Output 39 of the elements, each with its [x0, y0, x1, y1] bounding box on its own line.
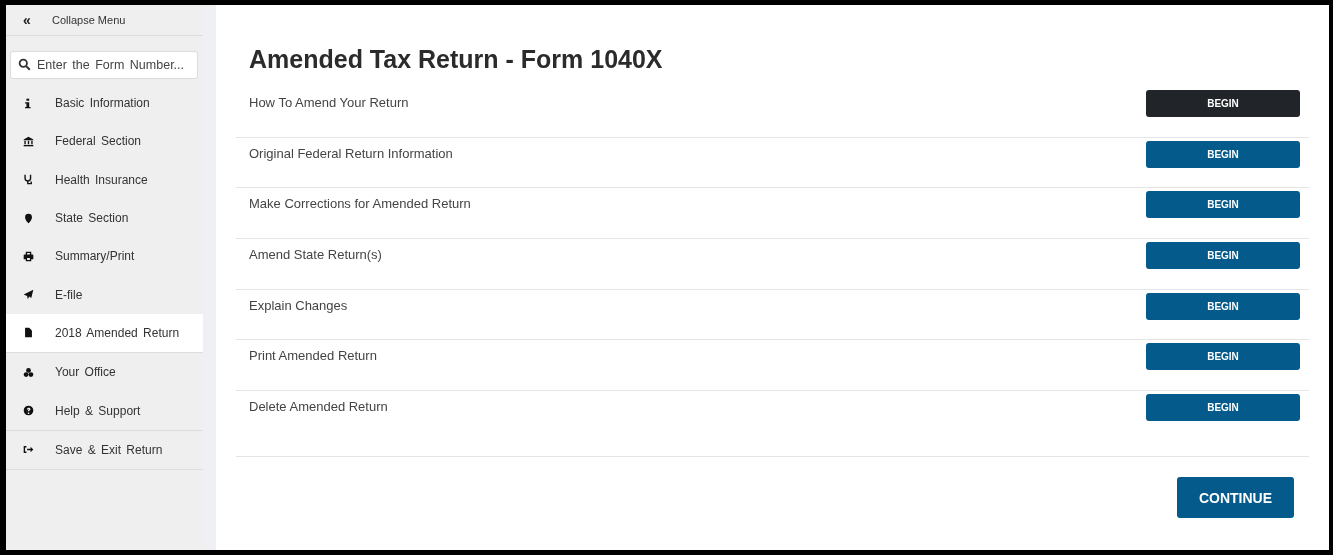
printer-icon	[23, 250, 34, 262]
section-label: Explain Changes	[249, 297, 348, 313]
sidebar-item[interactable]: E-file	[6, 275, 203, 314]
section-label: Amend State Return(s)	[249, 247, 382, 263]
collapse-menu-link[interactable]: Collapse Menu	[52, 14, 126, 26]
begin-button[interactable]: BEGIN	[1146, 292, 1300, 320]
exit-icon	[23, 444, 34, 456]
map-pin-icon	[23, 212, 34, 224]
sidebar-item[interactable]: Summary/Print	[6, 237, 203, 276]
info-icon	[23, 97, 34, 109]
section-label: How To Amend Your Return	[249, 95, 409, 110]
sidebar-item[interactable]: Help & Support	[6, 391, 203, 430]
stethoscope-icon	[23, 174, 34, 186]
page-title: Amended Tax Return - Form 1040X	[249, 45, 664, 74]
section-label: Make Corrections for Amended Return	[249, 196, 471, 212]
sidebar-item[interactable]: Basic Information	[6, 84, 203, 123]
collapse-icon[interactable]: «	[23, 13, 52, 27]
question-icon	[23, 405, 34, 416]
begin-button[interactable]: BEGIN	[1146, 242, 1300, 270]
cubes-icon	[23, 366, 34, 378]
sidebar-item[interactable]: Your Office	[6, 353, 203, 392]
begin-button[interactable]: BEGIN	[1146, 191, 1300, 219]
sidebar-item[interactable]: Save & Exit Return	[6, 430, 203, 469]
section-label: Print Amended Return	[249, 348, 377, 364]
sidebar-item[interactable]: State Section	[6, 198, 203, 238]
sidebar-item[interactable]: Federal Section	[6, 122, 203, 161]
section-label: Delete Amended Return	[249, 399, 388, 415]
sidebar-item[interactable]: Health Insurance	[6, 160, 203, 199]
document-icon	[23, 327, 34, 339]
sidebar-item[interactable]: 2018 Amended Return	[6, 313, 203, 353]
begin-button[interactable]: BEGIN	[1146, 90, 1300, 117]
paper-plane-icon	[23, 289, 34, 301]
continue-button[interactable]: CONTINUE	[1177, 477, 1294, 519]
bank-icon	[23, 135, 34, 147]
begin-button[interactable]: BEGIN	[1146, 140, 1300, 168]
search-field[interactable]: Enter the Form Number...	[10, 51, 198, 79]
section-label: Original Federal Return Information	[249, 145, 453, 161]
begin-button[interactable]: BEGIN	[1146, 394, 1300, 422]
begin-button[interactable]: BEGIN	[1146, 343, 1300, 371]
